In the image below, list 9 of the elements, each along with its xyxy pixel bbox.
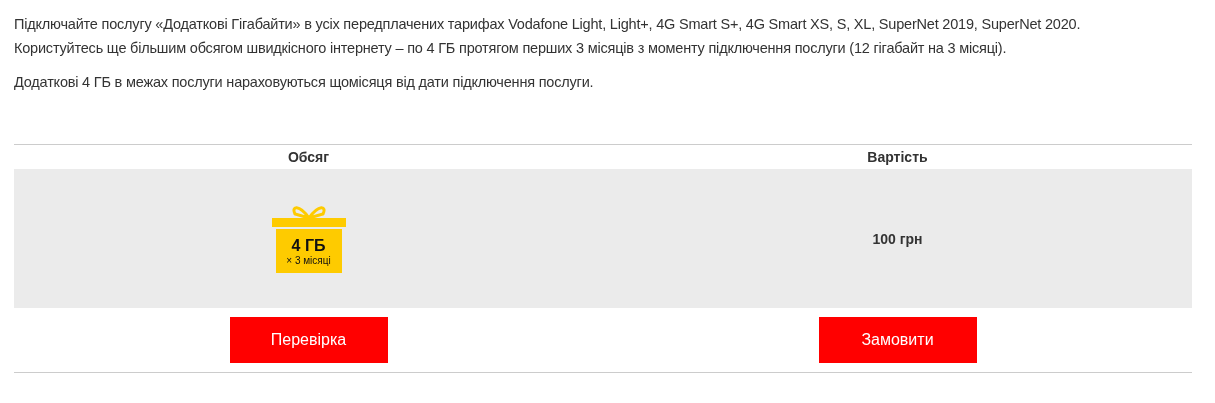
description-text: Додаткові 4 ГБ в межах послуги нараховуються щомісяця від дати підключення послуги.	[14, 73, 595, 92]
description-text: Користуйтесь ще більшим обсягом швидкісного інтернету – по 4 ГБ протягом перших 3 місяців з моменту підключення послуги (12 гігабайт на 3 місяці).	[14, 39, 1008, 58]
description-text: Підключайте послугу «Додаткові Гігабайти» в усіх передплачених тарифах Vodafone Light, Light+, 4G Smart S+, 4G Smart XS, S, XL, SuperNet 2019, SuperNet 2020.	[14, 15, 1082, 34]
price-text: 100 грн	[872, 230, 923, 247]
gift-drawing: 4 ГБ × 3 місяці	[271, 204, 346, 273]
check-button[interactable]: Перевірка	[229, 317, 388, 363]
column-header: Обсяг	[287, 149, 330, 165]
column-header: Вартість	[867, 149, 928, 165]
order-button[interactable]: Замовити	[818, 317, 977, 363]
